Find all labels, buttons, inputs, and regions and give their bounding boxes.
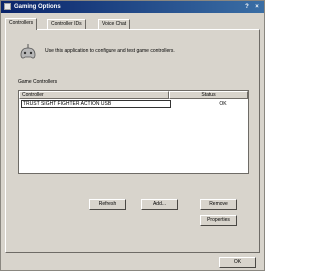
add-button[interactable]: Add... bbox=[141, 199, 178, 210]
title-bar[interactable]: Gaming Options ? × bbox=[1, 1, 264, 13]
list-header: Controller Status bbox=[19, 91, 248, 99]
refresh-button[interactable]: Refresh bbox=[89, 199, 126, 210]
column-header-controller[interactable]: Controller bbox=[19, 91, 169, 99]
game-controllers-label: Game Controllers bbox=[18, 79, 58, 85]
gamepad-window-icon bbox=[4, 3, 11, 10]
gaming-options-window: Gaming Options ? × Controllers Controlle… bbox=[0, 0, 265, 271]
tab-controllers[interactable]: Controllers bbox=[5, 18, 38, 30]
ok-button[interactable]: OK bbox=[219, 257, 256, 268]
table-row[interactable]: TRUST SIGHT FIGHTER ACTION USB OK bbox=[19, 100, 248, 108]
tab-controller-ids[interactable]: Controller IDs bbox=[47, 19, 86, 29]
gamepad-icon bbox=[20, 44, 36, 59]
controllers-list[interactable]: Controller Status TRUST SIGHT FIGHTER AC… bbox=[18, 90, 249, 174]
controller-name-cell: TRUST SIGHT FIGHTER ACTION USB bbox=[21, 100, 171, 108]
remove-button[interactable]: Remove bbox=[200, 199, 237, 210]
controller-status-cell: OK bbox=[219, 101, 227, 107]
close-button[interactable]: × bbox=[253, 3, 261, 11]
column-header-status[interactable]: Status bbox=[169, 91, 248, 99]
properties-button[interactable]: Properties bbox=[200, 215, 237, 226]
window-title: Gaming Options bbox=[14, 4, 61, 10]
help-button[interactable]: ? bbox=[243, 3, 251, 11]
description-text: Use this application to configure and te… bbox=[45, 48, 175, 54]
tab-voice-chat[interactable]: Voice Chat bbox=[98, 19, 131, 29]
